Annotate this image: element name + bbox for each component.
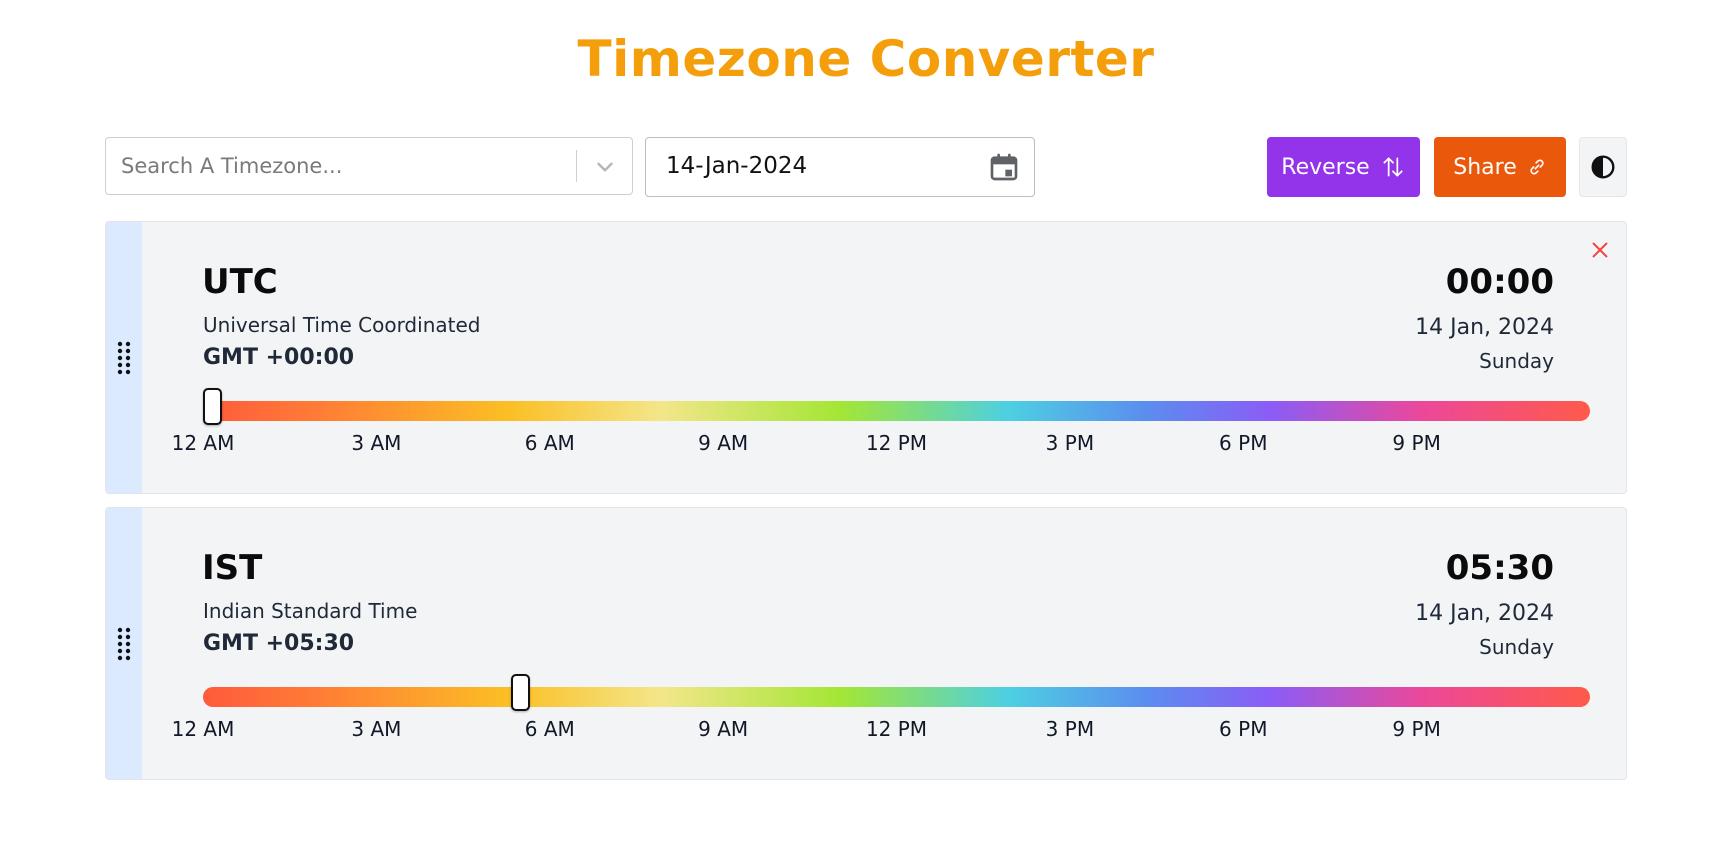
tick-label: 6 AM: [524, 431, 575, 455]
slider-tick-labels: 12 AM 3 AM 6 AM 9 AM 12 PM 3 PM 6 PM 9 P…: [172, 717, 1590, 747]
timezone-name: Indian Standard Time: [203, 599, 418, 623]
tick-label: 9 PM: [1392, 717, 1441, 741]
swap-vertical-icon: [1383, 157, 1403, 177]
tick-label: 6 AM: [524, 717, 575, 741]
drag-handle[interactable]: [106, 222, 142, 493]
tick-label: 12 AM: [171, 431, 235, 455]
tick-label: 12 PM: [865, 431, 928, 455]
tick-label: 12 AM: [171, 717, 235, 741]
timezone-abbr: UTC: [202, 262, 278, 302]
reverse-label: Reverse: [1281, 154, 1370, 180]
toolbar: 14-Jan-2024 Reverse Share: [105, 137, 1627, 199]
timezone-time: 05:30: [1445, 548, 1554, 588]
page-title: Timezone Converter: [577, 30, 1155, 88]
share-label: Share: [1453, 154, 1517, 180]
timezone-day: Sunday: [1479, 635, 1554, 659]
drag-handle[interactable]: [106, 508, 142, 779]
drag-handle-icon[interactable]: [117, 341, 131, 375]
tick-label: 9 PM: [1392, 431, 1441, 455]
timezone-date: 14 Jan, 2024: [1415, 601, 1554, 626]
search-separator: [576, 150, 577, 182]
timezone-time: 00:00: [1445, 262, 1554, 302]
timezone-offset: GMT +05:30: [203, 631, 355, 656]
timezone-search-select[interactable]: [105, 137, 633, 195]
time-slider-track[interactable]: [203, 388, 1590, 425]
time-slider-thumb[interactable]: [511, 674, 531, 711]
timezone-card: IST Indian Standard Time GMT +05:30 05:3…: [105, 507, 1627, 780]
tick-label: 3 AM: [351, 431, 402, 455]
date-value[interactable]: 14-Jan-2024: [666, 153, 807, 179]
timezone-search-input[interactable]: [106, 138, 566, 194]
timezone-name: Universal Time Coordinated: [203, 313, 481, 337]
timezone-offset: GMT +00:00: [203, 345, 355, 370]
tick-label: 12 PM: [865, 717, 928, 741]
tick-label: 3 PM: [1045, 431, 1095, 455]
chevron-down-icon[interactable]: [592, 154, 618, 180]
share-button[interactable]: Share: [1434, 137, 1566, 197]
link-icon: [1530, 159, 1544, 175]
timezone-abbr: IST: [202, 548, 263, 588]
close-icon[interactable]: [1589, 239, 1611, 261]
time-slider-track[interactable]: [203, 674, 1590, 711]
time-slider-thumb[interactable]: [203, 388, 222, 425]
timezone-card: UTC Universal Time Coordinated GMT +00:0…: [105, 221, 1627, 494]
tick-label: 6 PM: [1219, 431, 1268, 455]
calendar-icon[interactable]: [988, 150, 1020, 184]
contrast-icon: [1591, 155, 1615, 179]
timezone-date: 14 Jan, 2024: [1415, 315, 1554, 340]
tick-label: 3 PM: [1045, 717, 1095, 741]
slider-tick-labels: 12 AM 3 AM 6 AM 9 AM 12 PM 3 PM 6 PM 9 P…: [172, 431, 1590, 461]
timezone-day: Sunday: [1479, 349, 1554, 373]
date-picker[interactable]: 14-Jan-2024: [645, 137, 1035, 197]
drag-handle-icon[interactable]: [117, 627, 131, 661]
tick-label: 3 AM: [351, 717, 402, 741]
theme-toggle-button[interactable]: [1579, 137, 1627, 197]
tick-label: 9 AM: [698, 431, 749, 455]
tick-label: 6 PM: [1219, 717, 1268, 741]
reverse-button[interactable]: Reverse: [1267, 137, 1420, 197]
tick-label: 9 AM: [698, 717, 749, 741]
